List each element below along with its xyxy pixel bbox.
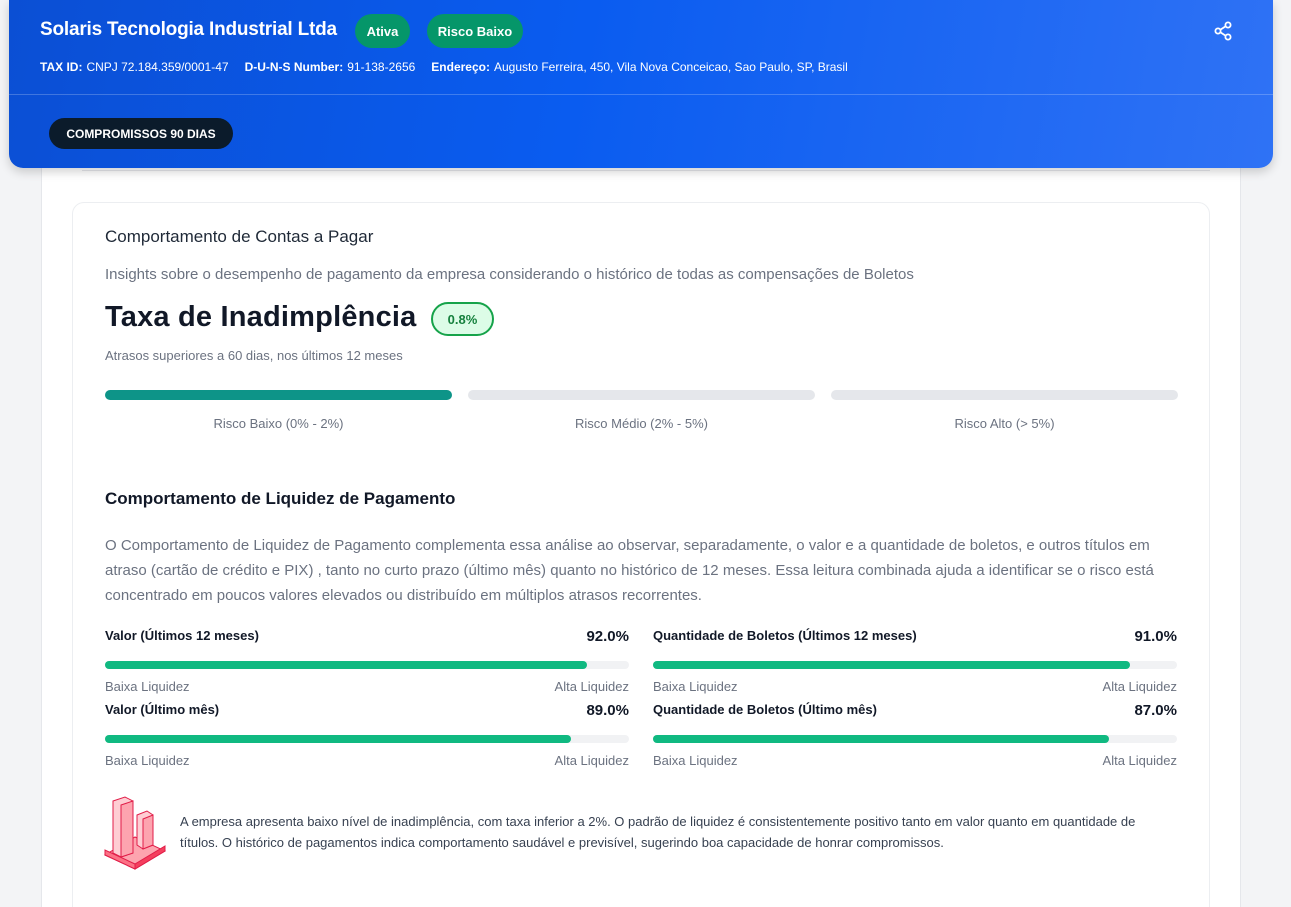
liquidity-metric: Valor (Último mês) 89.0% Baixa Liquidez … xyxy=(105,702,629,772)
tax-id: TAX ID: CNPJ 72.184.359/0001-47 xyxy=(40,60,229,74)
metric-value: 91.0% xyxy=(1134,628,1177,645)
metric-label: Quantidade de Boletos (Últimos 12 meses) xyxy=(653,628,917,643)
metric-value: 89.0% xyxy=(586,702,629,719)
risk-band-medium-label: Risco Médio (2% - 5%) xyxy=(575,416,708,431)
card-subtitle: Insights sobre o desempenho de pagamento… xyxy=(105,266,914,283)
commitments-90-days-button[interactable]: COMPROMISSOS 90 DIAS xyxy=(49,118,233,149)
metric-label: Quantidade de Boletos (Último mês) xyxy=(653,702,877,717)
low-liquidity-label: Baixa Liquidez xyxy=(105,753,190,768)
bar-chart-icon xyxy=(103,793,167,871)
risk-badge: Risco Baixo xyxy=(427,14,523,48)
low-liquidity-label: Baixa Liquidez xyxy=(653,679,738,694)
progress-fill xyxy=(105,735,572,743)
company-meta: TAX ID: CNPJ 72.184.359/0001-47 D-U-N-S N… xyxy=(40,60,848,74)
progress-track xyxy=(105,735,629,743)
progress-fill xyxy=(653,735,1109,743)
risk-band-medium-bar xyxy=(468,390,815,400)
risk-band-low-bar xyxy=(105,390,452,400)
progress-track xyxy=(653,735,1177,743)
status-badge: Ativa xyxy=(355,14,410,48)
address: Endereço: Augusto Ferreira, 450, Vila Nov… xyxy=(431,60,848,74)
progress-fill xyxy=(653,661,1130,669)
header-divider xyxy=(9,94,1273,95)
default-rate-title: Taxa de Inadimplência xyxy=(105,301,417,333)
metric-label: Valor (Últimos 12 meses) xyxy=(105,628,259,643)
liquidity-metric: Quantidade de Boletos (Último mês) 87.0%… xyxy=(653,702,1177,772)
company-name: Solaris Tecnologia Industrial Ltda xyxy=(40,19,337,40)
progress-fill xyxy=(105,661,588,669)
default-rate-note: Atrasos superiores a 60 dias, nos último… xyxy=(105,348,403,363)
high-liquidity-label: Alta Liquidez xyxy=(1102,753,1177,768)
risk-band-low-label: Risco Baixo (0% - 2%) xyxy=(213,416,344,431)
summary-text: A empresa apresenta baixo nível de inadi… xyxy=(180,814,1136,850)
metric-value: 92.0% xyxy=(586,628,629,645)
liquidity-section-title: Comportamento de Liquidez de Pagamento xyxy=(105,489,456,508)
risk-band-high-label: Risco Alto (> 5%) xyxy=(954,416,1055,431)
progress-track xyxy=(653,661,1177,669)
high-liquidity-label: Alta Liquidez xyxy=(554,679,629,694)
low-liquidity-label: Baixa Liquidez xyxy=(105,679,190,694)
payables-behavior-card: Comportamento de Contas a Pagar Insights… xyxy=(72,202,1210,907)
progress-track xyxy=(105,661,629,669)
liquidity-metric: Valor (Últimos 12 meses) 92.0% Baixa Liq… xyxy=(105,628,629,698)
risk-band-high-bar xyxy=(831,390,1178,400)
liquidity-metric: Quantidade de Boletos (Últimos 12 meses)… xyxy=(653,628,1177,698)
metric-value: 87.0% xyxy=(1134,702,1177,719)
high-liquidity-label: Alta Liquidez xyxy=(1102,679,1177,694)
metric-label: Valor (Último mês) xyxy=(105,702,220,717)
low-liquidity-label: Baixa Liquidez xyxy=(653,753,738,768)
liquidity-description: O Comportamento de Liquidez de Pagamento… xyxy=(105,537,1154,604)
share-icon[interactable] xyxy=(1211,19,1235,43)
divider xyxy=(82,170,1210,171)
card-title: Comportamento de Contas a Pagar xyxy=(105,227,374,246)
default-rate-badge: 0.8% xyxy=(431,302,494,336)
high-liquidity-label: Alta Liquidez xyxy=(554,753,629,768)
duns-number: D-U-N-S Number: 91-138-2656 xyxy=(244,60,416,74)
company-header: Solaris Tecnologia Industrial Ltda Ativa… xyxy=(9,0,1273,168)
